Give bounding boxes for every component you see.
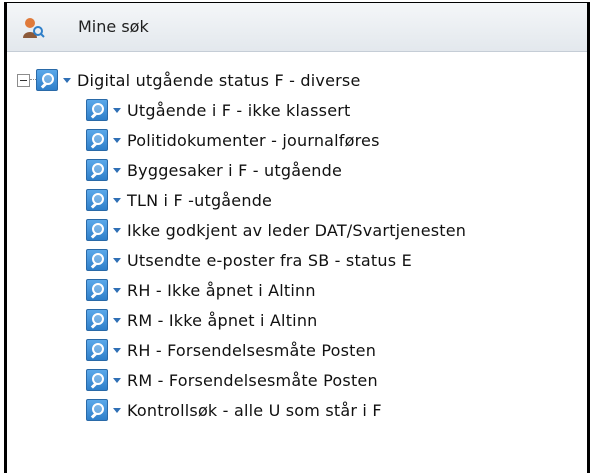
chevron-down-icon[interactable] bbox=[113, 407, 121, 413]
chevron-down-icon[interactable] bbox=[113, 287, 121, 293]
tree-node[interactable]: TLN i F -utgående bbox=[86, 185, 272, 215]
search-icon bbox=[86, 369, 108, 391]
search-icon bbox=[86, 99, 108, 121]
tree-node-label[interactable]: Kontrollsøk - alle U som står i F bbox=[127, 401, 382, 420]
search-icon bbox=[86, 399, 108, 421]
chevron-down-icon[interactable] bbox=[113, 347, 121, 353]
search-icon bbox=[36, 69, 58, 91]
search-icon bbox=[86, 189, 108, 211]
search-icon bbox=[86, 339, 108, 361]
tree-node[interactable]: Ikke godkjent av leder DAT/Svartjenesten bbox=[86, 215, 466, 245]
tree-node-label[interactable]: RM - Forsendelsesmåte Posten bbox=[127, 371, 378, 390]
search-icon bbox=[86, 279, 108, 301]
chevron-down-icon[interactable] bbox=[113, 137, 121, 143]
tree-node[interactable]: Utgående i F - ikke klassert bbox=[86, 95, 351, 125]
tree-node-label[interactable]: Politidokumenter - journalføres bbox=[127, 131, 380, 150]
tree-node-root[interactable]: Digital utgående status F - diverse bbox=[17, 65, 361, 95]
panel-title: Mine søk bbox=[78, 17, 149, 36]
tree-node[interactable]: Byggesaker i F - utgående bbox=[86, 155, 342, 185]
search-icon bbox=[86, 159, 108, 181]
search-icon bbox=[86, 249, 108, 271]
chevron-down-icon[interactable] bbox=[113, 167, 121, 173]
search-icon bbox=[86, 129, 108, 151]
panel-header: Mine søk bbox=[7, 3, 587, 52]
tree-node-label[interactable]: TLN i F -utgående bbox=[127, 191, 272, 210]
user-search-icon bbox=[23, 18, 45, 38]
tree-node-label[interactable]: RM - Ikke åpnet i Altinn bbox=[127, 311, 318, 330]
chevron-down-icon[interactable] bbox=[113, 227, 121, 233]
chevron-down-icon[interactable] bbox=[63, 77, 71, 83]
tree-node[interactable]: RM - Ikke åpnet i Altinn bbox=[86, 305, 318, 335]
chevron-down-icon[interactable] bbox=[113, 317, 121, 323]
my-searches-panel: Mine søk Digital utgående status F - div… bbox=[4, 2, 590, 473]
tree-node[interactable]: RM - Forsendelsesmåte Posten bbox=[86, 365, 378, 395]
tree-node-label[interactable]: Ikke godkjent av leder DAT/Svartjenesten bbox=[127, 221, 466, 240]
tree-node[interactable]: Utsendte e-poster fra SB - status E bbox=[86, 245, 412, 275]
chevron-down-icon[interactable] bbox=[113, 197, 121, 203]
tree-node-label[interactable]: RH - Ikke åpnet i Altinn bbox=[127, 281, 316, 300]
search-tree: Digital utgående status F - diverse Utgå… bbox=[7, 51, 587, 473]
tree-node[interactable]: Kontrollsøk - alle U som står i F bbox=[86, 395, 382, 425]
collapse-toggle[interactable] bbox=[17, 73, 30, 87]
chevron-down-icon[interactable] bbox=[113, 377, 121, 383]
tree-node-label[interactable]: Utgående i F - ikke klassert bbox=[127, 101, 351, 120]
tree-node-label[interactable]: Utsendte e-poster fra SB - status E bbox=[127, 251, 412, 270]
tree-node[interactable]: RH - Forsendelsesmåte Posten bbox=[86, 335, 376, 365]
tree-node-label[interactable]: Digital utgående status F - diverse bbox=[77, 71, 361, 90]
chevron-down-icon[interactable] bbox=[113, 257, 121, 263]
tree-node[interactable]: RH - Ikke åpnet i Altinn bbox=[86, 275, 316, 305]
chevron-down-icon[interactable] bbox=[113, 107, 121, 113]
tree-node-label[interactable]: RH - Forsendelsesmåte Posten bbox=[127, 341, 376, 360]
search-icon bbox=[86, 309, 108, 331]
tree-node-label[interactable]: Byggesaker i F - utgående bbox=[127, 161, 342, 180]
tree-node[interactable]: Politidokumenter - journalføres bbox=[86, 125, 380, 155]
search-icon bbox=[86, 219, 108, 241]
